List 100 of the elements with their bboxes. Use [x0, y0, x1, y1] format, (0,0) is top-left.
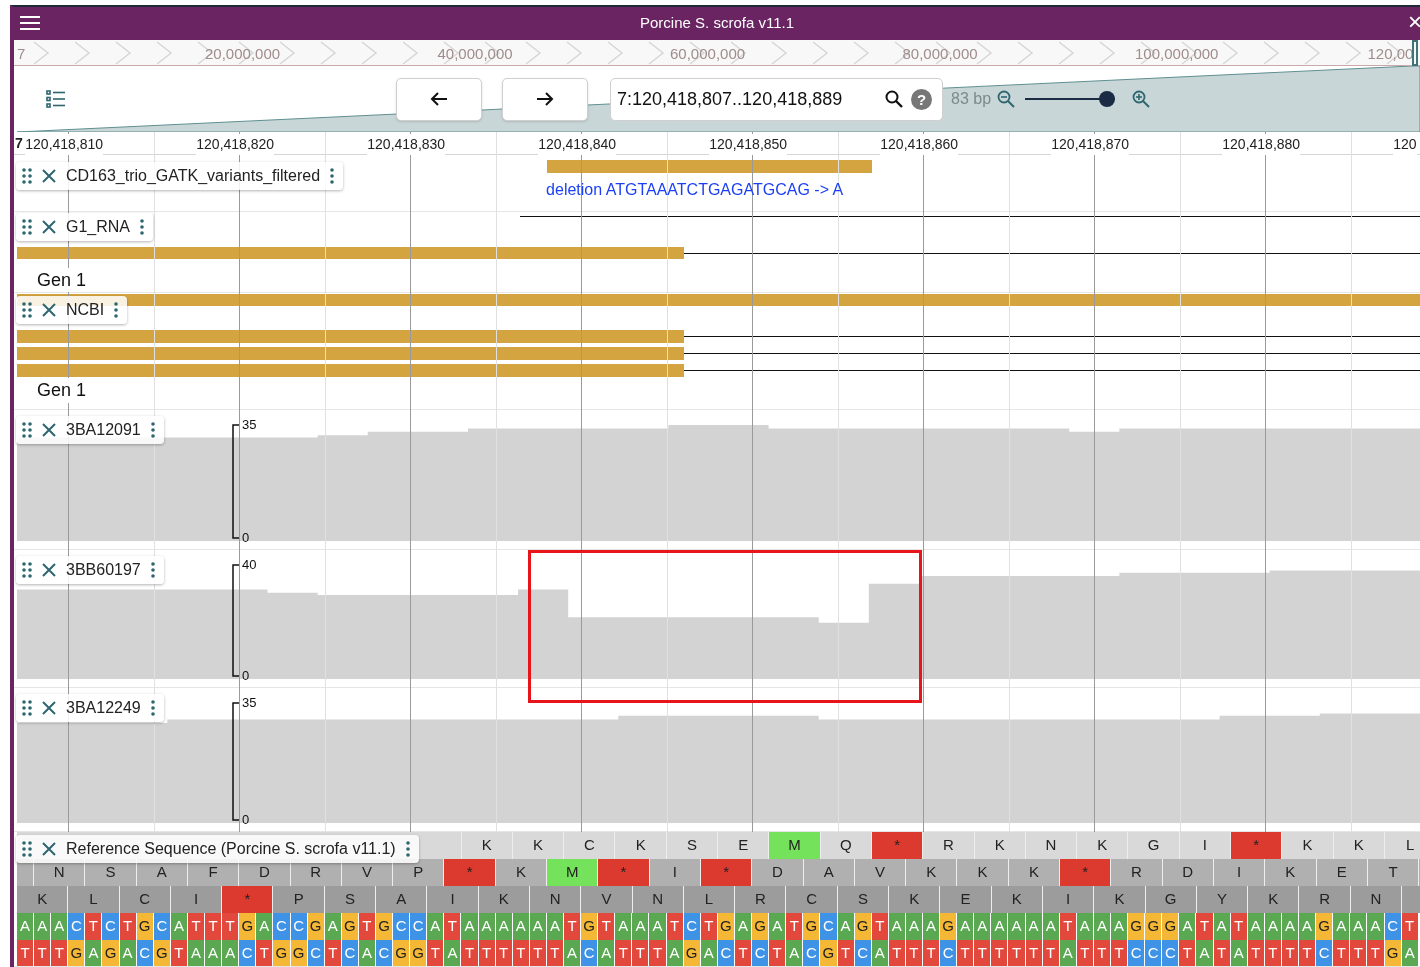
base-cell: A [461, 913, 479, 940]
axis-tick-label: 35 [242, 696, 257, 710]
base-cell: T [1299, 940, 1317, 966]
base-cell: A [598, 940, 616, 966]
track-name: 3BA12091 [66, 420, 141, 440]
base-cell: T [649, 940, 667, 966]
drag-handle-icon[interactable] [22, 219, 32, 235]
overview-label: 20,000,000 [205, 44, 281, 64]
track-name: NCBI [66, 300, 105, 320]
track-menu-button[interactable] [139, 218, 146, 236]
axis-tick-label: 35 [242, 418, 257, 432]
base-cell: C [1128, 940, 1146, 966]
track-menu-button[interactable] [149, 561, 156, 579]
amino-acid-cell: * [1060, 859, 1112, 886]
drag-handle-icon[interactable] [22, 302, 32, 318]
track-name: CD163_trio_GATK_variants_filtered [66, 166, 321, 186]
base-cell: T [461, 940, 479, 966]
drag-handle-icon[interactable] [22, 562, 32, 578]
base-cell: A [205, 940, 223, 966]
base-cell: T [34, 940, 52, 966]
base-cell: C [239, 940, 257, 966]
base-cell: C [820, 913, 838, 940]
close-track-button[interactable] [41, 168, 57, 184]
axis-tick-label: 0 [242, 531, 250, 545]
base-cell: A [974, 913, 992, 940]
base-cell: A [957, 913, 975, 940]
zoom-in-button[interactable] [1131, 89, 1152, 109]
amino-acid-cell: * [222, 886, 274, 913]
base-cell: T [256, 940, 274, 966]
base-cell: A [444, 940, 462, 966]
base-cell: G [581, 913, 599, 940]
ruler-label: 120,418,830 [367, 134, 446, 155]
drag-handle-icon[interactable] [22, 841, 32, 857]
span-length: 83 bp [951, 89, 992, 109]
amino-acid-cell: * [700, 859, 753, 886]
axis-tick-label: 0 [242, 813, 250, 827]
base-cell: T [205, 913, 223, 940]
base-cell: C [940, 940, 958, 966]
zoom-out-button[interactable] [996, 89, 1017, 109]
overview-label: 60,000,000 [670, 44, 746, 64]
amino-acid-cell: M [547, 859, 599, 886]
base-cell: T [1179, 940, 1197, 966]
search-button[interactable] [883, 88, 905, 110]
ruler-label: 120,418,870 [1051, 134, 1130, 155]
close-track-button[interactable] [41, 700, 57, 716]
base-cell: G [410, 940, 428, 966]
menu-button[interactable] [18, 13, 42, 33]
close-button[interactable]: × [1408, 9, 1420, 35]
arrow-right-icon [536, 91, 554, 107]
base-cell: A [256, 913, 274, 940]
chromosome-label: 7 [15, 134, 23, 153]
track-menu-button[interactable] [149, 699, 156, 717]
overview-label: 40,000,000 [437, 44, 513, 64]
track-list-button[interactable] [45, 89, 67, 109]
base-cell: A [564, 940, 582, 966]
track-menu-button[interactable] [329, 167, 336, 185]
base-cell: G [1316, 913, 1334, 940]
base-cell: A [427, 913, 445, 940]
base-cell: C [68, 913, 86, 940]
base-cell: T [974, 940, 992, 966]
base-cell: A [51, 913, 69, 940]
base-cell: A [615, 913, 633, 940]
ruler-label: 120,418,850 [709, 134, 788, 155]
location-field[interactable]: 7:120,418,807..120,418,889 ? [610, 77, 943, 121]
close-track-button[interactable] [41, 219, 57, 235]
help-button[interactable]: ? [911, 88, 932, 110]
base-cell: C [1162, 940, 1180, 966]
base-cell: T [444, 913, 462, 940]
track-name: 3BB60197 [66, 560, 141, 580]
base-cell: G [273, 940, 291, 966]
base-cell: A [17, 913, 35, 940]
track-name: Reference Sequence (Porcine S. scrofa v11.1) [66, 839, 396, 859]
ruler-label: 120,418,810 [25, 134, 104, 155]
base-cell: T [786, 913, 804, 940]
base-cell: T [222, 913, 240, 940]
close-track-button[interactable] [41, 562, 57, 578]
close-track-button[interactable] [41, 422, 57, 438]
base-cell: C [752, 940, 770, 966]
drag-handle-icon[interactable] [22, 168, 32, 184]
base-cell: A [786, 940, 804, 966]
base-cell: T [598, 913, 616, 940]
base-cell: C [273, 913, 291, 940]
base-cell: A [1179, 913, 1197, 940]
base-cell: T [1350, 940, 1368, 966]
base-cell: G [940, 913, 958, 940]
track-menu-button[interactable] [149, 421, 156, 439]
track-name: 3BA12249 [66, 698, 141, 718]
base-cell: C [1145, 940, 1163, 966]
overview-label: 80,000,000 [902, 44, 978, 64]
track-menu-button[interactable] [404, 840, 411, 858]
drag-handle-icon[interactable] [22, 700, 32, 716]
base-cell: T [991, 940, 1009, 966]
close-track-button[interactable] [41, 841, 57, 857]
base-cell: A [34, 913, 52, 940]
close-track-button[interactable] [41, 302, 57, 318]
track-menu-button[interactable] [113, 301, 120, 319]
drag-handle-icon[interactable] [22, 422, 32, 438]
overview-label: 7 [17, 44, 26, 64]
base-cell: A [1350, 913, 1368, 940]
base-cell: C [1316, 940, 1334, 966]
